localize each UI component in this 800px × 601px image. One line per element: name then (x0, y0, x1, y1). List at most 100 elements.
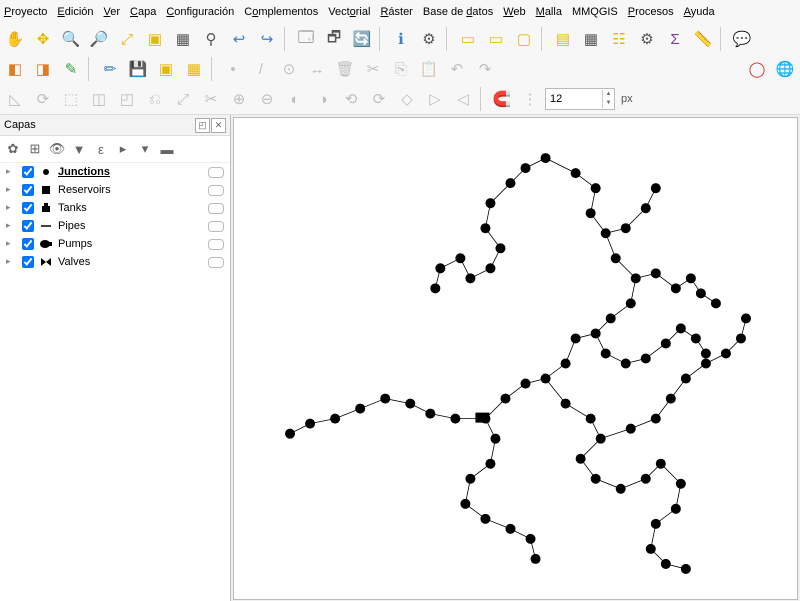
add-vector-layer[interactable]: ◧ (2, 56, 28, 82)
zoom-full[interactable]: ⤢ (114, 26, 140, 52)
menu-vectorial[interactable]: Vectorial (328, 6, 370, 18)
adv-digitize-1[interactable]: ◺ (2, 86, 28, 112)
deselect-all[interactable]: ▢ (511, 26, 537, 52)
measure-line[interactable]: 📏 (690, 26, 716, 52)
menu-complementos[interactable]: Complementos (244, 6, 318, 18)
layer-row-junctions[interactable]: ▸Junctions (0, 163, 230, 181)
copy-features[interactable]: ⎘ (388, 56, 414, 82)
layer-row-pipes[interactable]: ▸Pipes (0, 217, 230, 235)
plugin-icon-a[interactable]: ◯ (744, 56, 770, 82)
menu-ráster[interactable]: Ráster (380, 6, 412, 18)
tree-expand-icon[interactable]: ▸ (6, 257, 14, 265)
open-attribute-table[interactable]: ▤ (550, 26, 576, 52)
adv-digitize-13[interactable]: ⟲ (338, 86, 364, 112)
new-shapefile[interactable]: ✎ (58, 56, 84, 82)
menu-base-de-datos[interactable]: Base de datos (423, 6, 493, 18)
layer-visibility-checkbox[interactable] (22, 202, 34, 214)
spin-down[interactable]: ▼ (602, 99, 614, 108)
remove-layer-icon[interactable]: ▬ (158, 140, 176, 158)
zoom-in[interactable]: 🔍 (58, 26, 84, 52)
adv-digitize-2[interactable]: ⟳ (30, 86, 56, 112)
paste-features[interactable]: 📋 (416, 56, 442, 82)
collapse-all-icon[interactable]: ▾ (136, 140, 154, 158)
menu-web[interactable]: Web (503, 6, 525, 18)
add-feature[interactable]: ▦ (181, 56, 207, 82)
digitize-line[interactable]: / (248, 56, 274, 82)
measure-tool[interactable]: Σ (662, 26, 688, 52)
digitize-point[interactable]: • (220, 56, 246, 82)
new-3d-view[interactable]: 🗗 (321, 26, 347, 52)
vertex-tool[interactable]: ⊙ (276, 56, 302, 82)
redo-edit[interactable]: ↷ (472, 56, 498, 82)
zoom-to-layer[interactable]: ▦ (170, 26, 196, 52)
delete-selected[interactable]: 🗑 (332, 56, 358, 82)
layer-visibility-checkbox[interactable] (22, 220, 34, 232)
expand-all-icon[interactable]: ▸ (114, 140, 132, 158)
panel-undock-icon[interactable]: ◰ (195, 118, 210, 133)
layer-row-pumps[interactable]: ▸Pumps (0, 235, 230, 253)
toggle-editing[interactable]: ✏ (97, 56, 123, 82)
adv-digitize-5[interactable]: ◰ (114, 86, 140, 112)
current-edits[interactable]: ▣ (153, 56, 179, 82)
add-group-icon[interactable]: ⊞ (26, 140, 44, 158)
menu-capa[interactable]: Capa (130, 6, 156, 18)
layer-row-tanks[interactable]: ▸Tanks (0, 199, 230, 217)
map-canvas[interactable] (233, 117, 798, 600)
menu-edición[interactable]: Edición (57, 6, 93, 18)
adv-digitize-16[interactable]: ▷ (422, 86, 448, 112)
menu-ayuda[interactable]: Ayuda (684, 6, 715, 18)
adv-digitize-15[interactable]: ◇ (394, 86, 420, 112)
spin-up[interactable]: ▲ (602, 90, 614, 99)
layer-visibility-checkbox[interactable] (22, 238, 34, 250)
plugin-icon-b[interactable]: 🌐 (772, 56, 798, 82)
menu-malla[interactable]: Malla (536, 6, 562, 18)
layer-styling-icon[interactable]: ✿ (4, 140, 22, 158)
layer-row-valves[interactable]: ▸Valves (0, 253, 230, 271)
tree-expand-icon[interactable]: ▸ (6, 185, 14, 193)
tree-expand-icon[interactable]: ▸ (6, 239, 14, 247)
tree-expand-icon[interactable]: ▸ (6, 167, 14, 175)
pan-to-selection[interactable]: ✥ (30, 26, 56, 52)
new-map-view[interactable]: 🗔 (293, 26, 319, 52)
layer-visibility-checkbox[interactable] (22, 166, 34, 178)
snapping-tolerance-input[interactable] (546, 90, 602, 108)
statistical-summary[interactable]: ☷ (606, 26, 632, 52)
field-calculator[interactable]: ▦ (578, 26, 604, 52)
snapping-toggle[interactable]: 🧲 (489, 86, 515, 112)
tree-expand-icon[interactable]: ▸ (6, 221, 14, 229)
manage-visibility-icon[interactable]: 👁 (48, 140, 66, 158)
toolbox-icon[interactable]: ⚙ (634, 26, 660, 52)
adv-digitize-3[interactable]: ⬚ (58, 86, 84, 112)
tree-expand-icon[interactable]: ▸ (6, 203, 14, 211)
zoom-to-selection[interactable]: ▣ (142, 26, 168, 52)
undo-edit[interactable]: ↶ (444, 56, 470, 82)
layer-visibility-checkbox[interactable] (22, 184, 34, 196)
menu-ver[interactable]: Ver (104, 6, 121, 18)
adv-digitize-11[interactable]: ◐ (282, 86, 308, 112)
snapping-config[interactable]: ⋮ (517, 86, 543, 112)
adv-digitize-4[interactable]: ◫ (86, 86, 112, 112)
save-edits[interactable]: 💾 (125, 56, 151, 82)
refresh[interactable]: 🔄 (349, 26, 375, 52)
map-tips[interactable]: 💬 (729, 26, 755, 52)
menu-procesos[interactable]: Procesos (628, 6, 674, 18)
panel-close-icon[interactable]: ✕ (211, 118, 226, 133)
adv-digitize-7[interactable]: ⤢ (170, 86, 196, 112)
adv-digitize-9[interactable]: ⊕ (226, 86, 252, 112)
cut-features[interactable]: ✂ (360, 56, 386, 82)
adv-digitize-10[interactable]: ⊖ (254, 86, 280, 112)
adv-digitize-8[interactable]: ✂ (198, 86, 224, 112)
zoom-out[interactable]: 🔎 (86, 26, 112, 52)
zoom-next[interactable]: ↪ (254, 26, 280, 52)
adv-digitize-12[interactable]: ◑ (310, 86, 336, 112)
filter-legend-icon[interactable]: ▼ (70, 140, 88, 158)
pan-tool[interactable]: ✋ (2, 26, 28, 52)
adv-digitize-17[interactable]: ◁ (450, 86, 476, 112)
adv-digitize-14[interactable]: ⟳ (366, 86, 392, 112)
action-tool[interactable]: ⚙ (416, 26, 442, 52)
add-raster-layer[interactable]: ◨ (30, 56, 56, 82)
layer-visibility-checkbox[interactable] (22, 256, 34, 268)
menu-configuración[interactable]: Configuración (166, 6, 234, 18)
adv-digitize-6[interactable]: ⎌ (142, 86, 168, 112)
layer-row-reservoirs[interactable]: ▸Reservoirs (0, 181, 230, 199)
